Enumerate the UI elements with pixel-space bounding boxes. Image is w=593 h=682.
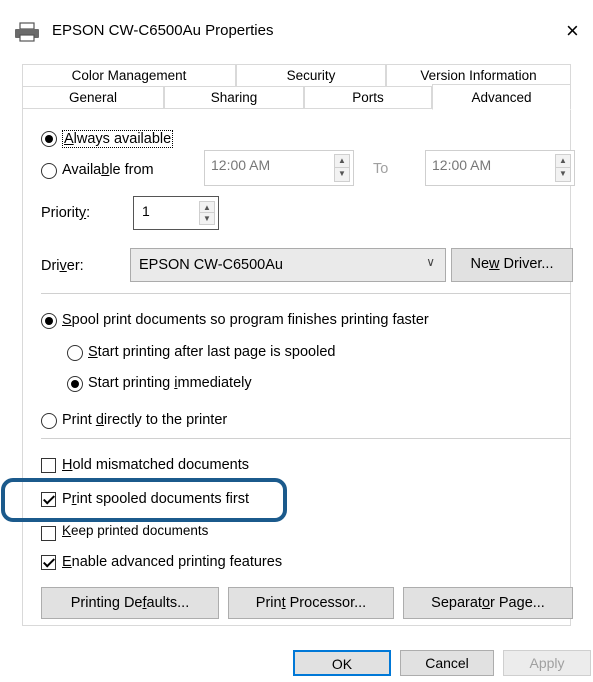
new-driver-button[interactable]: New Driver...: [451, 248, 573, 282]
to-label: To: [373, 161, 389, 177]
start-immediately-radio[interactable]: [67, 376, 83, 392]
separator: [41, 438, 571, 439]
hold-mismatched-label: Hold mismatched documents: [62, 457, 249, 473]
cancel-button[interactable]: Cancel: [400, 650, 494, 676]
enable-advanced-checkbox[interactable]: [41, 555, 56, 570]
start-immediately-label: Start printing immediately: [88, 375, 252, 391]
tab-general[interactable]: General: [22, 86, 164, 108]
to-time-stepper[interactable]: ▲ ▼: [555, 154, 571, 182]
tab-ports[interactable]: Ports: [304, 86, 432, 108]
hold-mismatched-checkbox[interactable]: [41, 458, 56, 473]
separator-page-button[interactable]: Separator Page...: [403, 587, 573, 619]
start-after-last-page-label: Start printing after last page is spoole…: [88, 344, 336, 360]
chevron-down-icon: ∨: [426, 255, 435, 269]
priority-stepper[interactable]: ▲ ▼: [199, 201, 215, 225]
always-available-label[interactable]: Always available: [62, 130, 174, 148]
from-time-stepper[interactable]: ▲ ▼: [334, 154, 350, 182]
start-after-last-page-radio[interactable]: [67, 345, 83, 361]
apply-button[interactable]: Apply: [503, 650, 591, 676]
tab-sharing[interactable]: Sharing: [164, 86, 304, 108]
driver-label: Driver:: [41, 258, 84, 274]
highlight-ring: [1, 478, 287, 522]
priority-input[interactable]: 1 ▲ ▼: [133, 196, 219, 230]
keep-printed-checkbox[interactable]: [41, 526, 56, 541]
print-processor-button[interactable]: Print Processor...: [228, 587, 394, 619]
driver-select[interactable]: EPSON CW-C6500Au ∨: [130, 248, 446, 282]
tab-version-information[interactable]: Version Information: [386, 64, 571, 86]
print-directly-label: Print directly to the printer: [62, 412, 228, 428]
priority-label: Priority:: [41, 205, 91, 221]
close-icon[interactable]: ×: [566, 18, 579, 44]
tab-color-management[interactable]: Color Management: [22, 64, 236, 86]
tab-advanced[interactable]: Advanced: [432, 84, 571, 110]
ok-button[interactable]: OK: [293, 650, 391, 676]
keep-printed-label: Keep printed documents: [62, 523, 209, 538]
print-directly-radio[interactable]: [41, 413, 57, 429]
separator: [41, 293, 571, 294]
available-from-radio[interactable]: [41, 163, 57, 179]
spool-radio[interactable]: [41, 313, 57, 329]
available-from-label: Available from: [62, 162, 154, 178]
enable-advanced-label: Enable advanced printing features: [62, 554, 283, 570]
available-from-time[interactable]: 12:00 AM ▲ ▼: [204, 150, 354, 186]
tab-security[interactable]: Security: [236, 64, 386, 86]
printing-defaults-button[interactable]: Printing Defaults...: [41, 587, 219, 619]
spool-label: Spool print documents so program finishe…: [62, 312, 429, 328]
window-title: EPSON CW-C6500Au Properties: [52, 22, 274, 39]
printer-icon: [15, 22, 39, 42]
title-bar: EPSON CW-C6500Au Properties ×: [0, 0, 593, 62]
available-to-time[interactable]: 12:00 AM ▲ ▼: [425, 150, 575, 186]
always-available-radio[interactable]: [41, 131, 57, 147]
